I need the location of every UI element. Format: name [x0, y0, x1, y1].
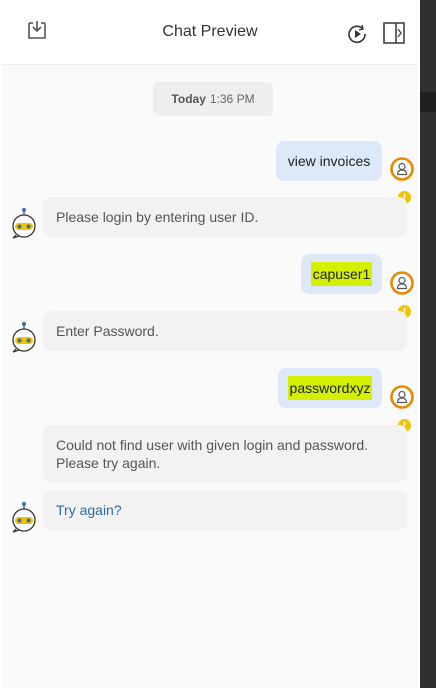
bot-avatar-icon	[12, 322, 36, 353]
user-message-text: capuser1	[310, 262, 373, 286]
chat-transcript[interactable]: Today 1:36 PM view invoices Please login…	[2, 65, 418, 688]
user-message: capuser1	[301, 254, 382, 294]
bot-message: Could not find user with given login and…	[43, 425, 407, 482]
play-circle-icon[interactable]	[347, 24, 367, 44]
date-label-day: Today	[171, 92, 206, 106]
bot-message-text: Could not find user with given login and…	[56, 437, 369, 471]
chat-preview-header: Chat Preview	[2, 0, 418, 65]
user-message-text: view invoices	[287, 153, 371, 169]
date-separator: Today 1:36 PM	[153, 82, 273, 116]
bot-message-text: Please login by entering user ID.	[56, 209, 259, 225]
user-avatar-icon	[390, 271, 414, 295]
user-avatar-icon	[390, 385, 414, 409]
outer-window-stub	[420, 92, 436, 112]
bot-avatar-icon	[12, 208, 36, 239]
bot-message: Enter Password.	[43, 311, 407, 351]
bot-message-text: Enter Password.	[56, 323, 159, 339]
user-message: view invoices	[276, 141, 382, 181]
try-again-label: Try again?	[56, 502, 122, 518]
try-again-button[interactable]: Try again?	[43, 490, 407, 530]
date-label-time: 1:36 PM	[209, 92, 255, 106]
bot-message: Please login by entering user ID.	[43, 197, 407, 237]
panel-collapse-icon[interactable]	[383, 22, 405, 44]
outer-window-edge	[420, 0, 436, 688]
chat-preview-panel: Chat Preview Today1:36 PM view invoices	[2, 0, 418, 688]
user-message: passwordxyz	[278, 368, 382, 408]
bot-avatar-icon	[12, 502, 36, 533]
user-message-text: passwordxyz	[287, 376, 373, 400]
user-avatar-icon	[390, 157, 414, 181]
